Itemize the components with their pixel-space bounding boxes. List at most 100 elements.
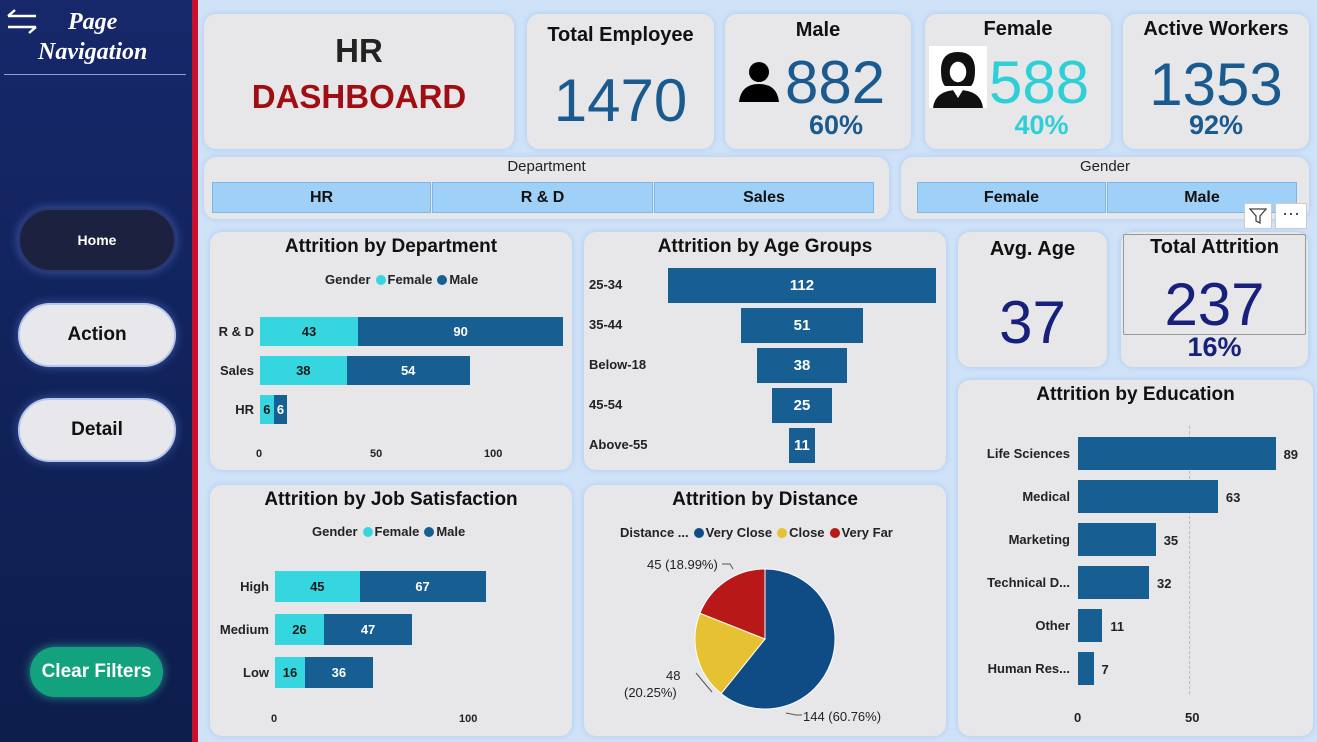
gender-slicer-title: Gender [1079, 158, 1131, 175]
category-label: Medical [1022, 489, 1070, 504]
category-label: Above-55 [589, 437, 648, 452]
female-bar: 38 [260, 356, 347, 385]
active-workers-value: 1353 [1149, 51, 1283, 118]
chart-title: Attrition by Age Groups [657, 236, 873, 257]
clear-filters-button[interactable]: Clear Filters [30, 647, 163, 697]
x-tick-label: 0 [256, 448, 263, 460]
nav-title-line2: Navigation [38, 39, 148, 65]
category-label: 35-44 [589, 317, 623, 332]
active-workers-label: Active Workers [1143, 18, 1289, 40]
male-bar: 90 [358, 317, 564, 346]
education-bar [1078, 523, 1156, 556]
total-attrition-label: Total Attrition [1150, 236, 1279, 258]
gender-option-female[interactable]: Female [917, 182, 1106, 213]
leader-line [722, 563, 734, 570]
attrition-education-chart: Attrition by Education Life Sciences 89 Me… [958, 380, 1313, 736]
category-label: Low [243, 664, 269, 680]
female-bar: 26 [275, 614, 324, 645]
female-bar: 45 [275, 571, 360, 602]
female-bar: 16 [275, 657, 306, 688]
funnel-bar: 112 [668, 268, 936, 303]
attrition-age-chart: Attrition by Age Groups 25-34 112 35-44 51 B… [584, 232, 946, 470]
funnel-bar: 38 [756, 348, 848, 383]
category-label: Marketing [1008, 532, 1070, 547]
department-slicer: Department HR R & D Sales [204, 157, 889, 219]
active-workers-pct: 92% [1188, 110, 1244, 140]
category-label: 45-54 [589, 397, 623, 412]
legend-title: Gender [325, 272, 371, 287]
male-pct: 60% [808, 110, 864, 140]
title-card: HR DASHBOARD [204, 14, 514, 149]
category-label: Medium [219, 621, 269, 637]
x-tick-label: 0 [1074, 710, 1082, 725]
category-label: 25-34 [589, 277, 623, 292]
more-options-icon[interactable]: ⋯ [1275, 203, 1307, 229]
attrition-job-satisfaction-chart: Attrition by Job Satisfaction Gender Fema… [210, 485, 572, 736]
x-tick-label: 100 [484, 448, 503, 460]
female-person-icon [929, 46, 987, 108]
female-bar: 6 [260, 395, 274, 424]
category-label: High [240, 578, 269, 594]
data-label: 48 [666, 668, 681, 683]
attrition-distance-chart: Attrition by Distance Distance ... Very C… [584, 485, 946, 736]
department-option-rd[interactable]: R & D [432, 182, 653, 213]
category-label: Other [1035, 618, 1070, 633]
x-tick-label: 50 [1185, 710, 1200, 725]
category-label: Sales [220, 362, 254, 378]
education-bar [1078, 566, 1150, 599]
title-line2: DASHBOARD [251, 78, 467, 115]
filter-icon[interactable] [1244, 203, 1272, 229]
male-dot-icon [437, 274, 448, 285]
data-label: (20.25%) [624, 685, 677, 700]
department-slicer-title: Department [507, 158, 586, 175]
nav-divider [4, 74, 186, 75]
category-label: Technical D... [987, 575, 1070, 590]
female-dot-icon [375, 274, 386, 285]
male-person-icon [737, 58, 781, 102]
value-label: 35 [1163, 533, 1179, 548]
funnel-bar: 51 [740, 308, 863, 343]
chart-title: Attrition by Education [1036, 384, 1235, 405]
total-attrition-pct: 16% [1187, 332, 1242, 362]
male-bar: 67 [359, 571, 486, 602]
female-bar: 43 [260, 317, 359, 346]
action-button[interactable]: Action [18, 303, 176, 367]
category-label: HR [235, 401, 254, 417]
home-button[interactable]: Home [18, 208, 176, 272]
data-label: 144 (60.76%) [803, 709, 882, 724]
legend-male: Male [436, 524, 466, 539]
leader-line [785, 712, 802, 716]
male-bar: 36 [305, 657, 373, 688]
female-value: 588 [989, 49, 1090, 116]
funnel-bar: 25 [772, 388, 832, 423]
chart-legend: Gender Female Male [312, 524, 465, 539]
education-bar [1078, 480, 1218, 513]
category-label: Below-18 [589, 357, 647, 372]
x-tick-label: 100 [459, 713, 478, 725]
category-label: R & D [218, 323, 254, 339]
x-tick-label: 50 [370, 448, 383, 460]
detail-button[interactable]: Detail [18, 398, 176, 462]
title-line1: HR [335, 32, 383, 69]
male-label: Male [795, 19, 841, 41]
data-label: 45 (18.99%) [647, 557, 718, 572]
category-label: Human Res... [987, 661, 1070, 676]
male-dot-icon [424, 526, 435, 537]
department-option-sales[interactable]: Sales [654, 182, 874, 213]
male-bar: 6 [273, 395, 288, 424]
male-value: 882 [785, 49, 886, 116]
department-option-hr[interactable]: HR [212, 182, 431, 213]
education-bar [1078, 609, 1103, 642]
value-label: 89 [1283, 447, 1299, 462]
education-bar [1078, 652, 1094, 685]
legend-male: Male [449, 272, 479, 287]
male-card: Male 882 60% [725, 14, 911, 149]
chart-title: Attrition by Department [284, 236, 498, 257]
legend-female: Female [374, 524, 420, 539]
education-bar [1078, 437, 1276, 470]
sidebar: Page Navigation Home Action Detail Clear… [0, 0, 198, 742]
total-attrition-card: Total Attrition 237 16% [1121, 232, 1308, 367]
swap-arrows-icon[interactable] [4, 8, 40, 34]
female-card: Female 588 40% [925, 14, 1111, 149]
value-label: 11 [1110, 619, 1125, 634]
